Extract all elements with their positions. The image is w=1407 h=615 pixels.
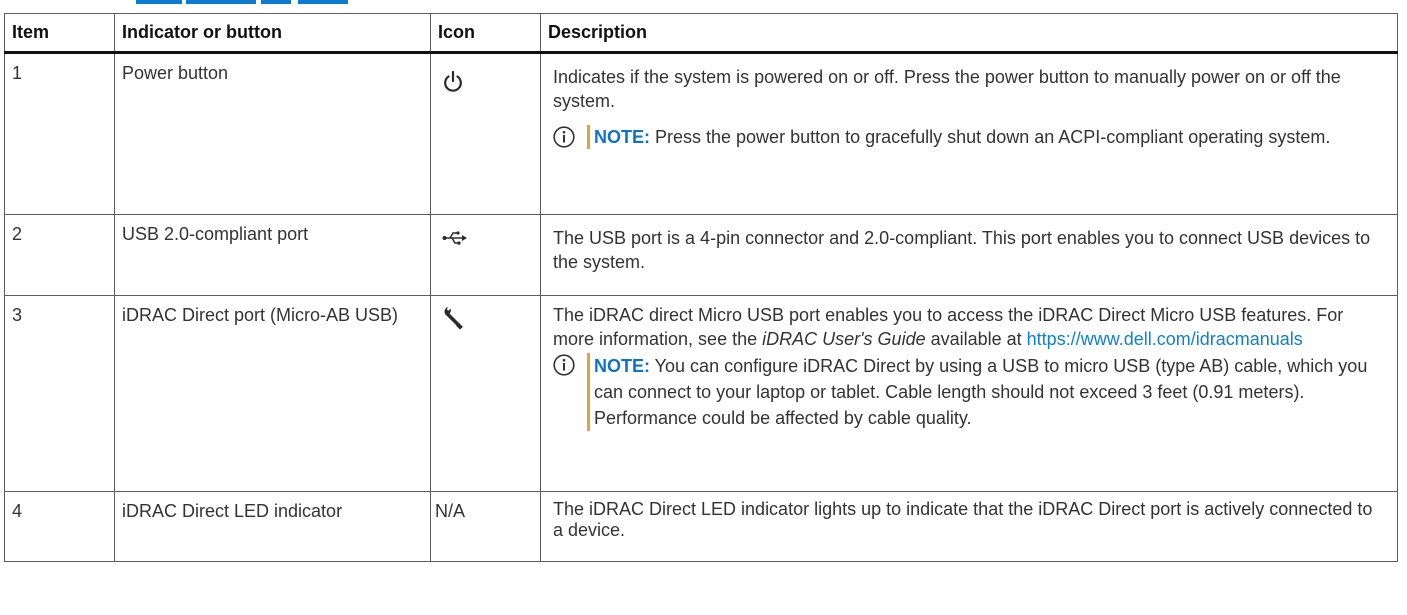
note-text: Press the power button to gracefully shu… bbox=[650, 127, 1331, 147]
description-text: The iDRAC direct Micro USB port enables … bbox=[553, 305, 1344, 349]
info-icon bbox=[553, 354, 575, 376]
description-text: Indicates if the system is powered on or… bbox=[553, 67, 1341, 111]
description-cell: Indicates if the system is powered on or… bbox=[540, 52, 1398, 215]
power-icon bbox=[442, 69, 464, 93]
indicator-name: USB 2.0-compliant port bbox=[114, 214, 431, 296]
page-top-accent bbox=[0, 0, 1407, 5]
note-label: NOTE: bbox=[594, 127, 650, 147]
table-row: 4 iDRAC Direct LED indicator N/A The iDR… bbox=[4, 491, 1398, 562]
note: NOTE: Press the power button to graceful… bbox=[553, 125, 1379, 149]
wrench-icon bbox=[442, 305, 466, 331]
description-cell: The iDRAC direct Micro USB port enables … bbox=[540, 295, 1398, 492]
header-item: Item bbox=[4, 13, 115, 54]
header-description: Description bbox=[540, 13, 1398, 54]
usb-icon bbox=[442, 230, 468, 246]
indicator-name: iDRAC Direct port (Micro-AB USB) bbox=[114, 295, 431, 492]
idrac-manuals-link[interactable]: https://www.dell.com/idracmanuals bbox=[1027, 329, 1303, 349]
item-number: 1 bbox=[4, 52, 115, 215]
front-panel-features-table: Item Indicator or button Icon Descriptio… bbox=[4, 13, 1398, 562]
description-text: The iDRAC Direct LED indicator lights up… bbox=[553, 499, 1373, 540]
table-header-row: Item Indicator or button Icon Descriptio… bbox=[4, 13, 1398, 54]
info-icon bbox=[553, 126, 575, 148]
table-row: 1 Power button Indicates if the system i… bbox=[4, 52, 1398, 215]
icon-na-text: N/A bbox=[430, 491, 541, 562]
description-text: The USB port is a 4-pin connector and 2.… bbox=[553, 228, 1371, 272]
description-cell: The USB port is a 4-pin connector and 2.… bbox=[540, 214, 1398, 296]
indicator-name: Power button bbox=[114, 52, 431, 215]
description-cell: The iDRAC Direct LED indicator lights up… bbox=[540, 491, 1398, 562]
table-row: 2 USB 2.0-compliant port The USB port is… bbox=[4, 214, 1398, 296]
guide-title: iDRAC User's Guide bbox=[762, 329, 926, 349]
indicator-name: iDRAC Direct LED indicator bbox=[114, 491, 431, 562]
item-number: 4 bbox=[4, 491, 115, 562]
item-number: 2 bbox=[4, 214, 115, 296]
item-number: 3 bbox=[4, 295, 115, 492]
table-row: 3 iDRAC Direct port (Micro-AB USB) The i… bbox=[4, 295, 1398, 492]
header-indicator: Indicator or button bbox=[114, 13, 431, 54]
note-text: You can configure iDRAC Direct by using … bbox=[594, 356, 1368, 428]
note-label: NOTE: bbox=[594, 356, 650, 376]
header-icon: Icon bbox=[430, 13, 541, 54]
note: NOTE: You can configure iDRAC Direct by … bbox=[553, 353, 1379, 431]
